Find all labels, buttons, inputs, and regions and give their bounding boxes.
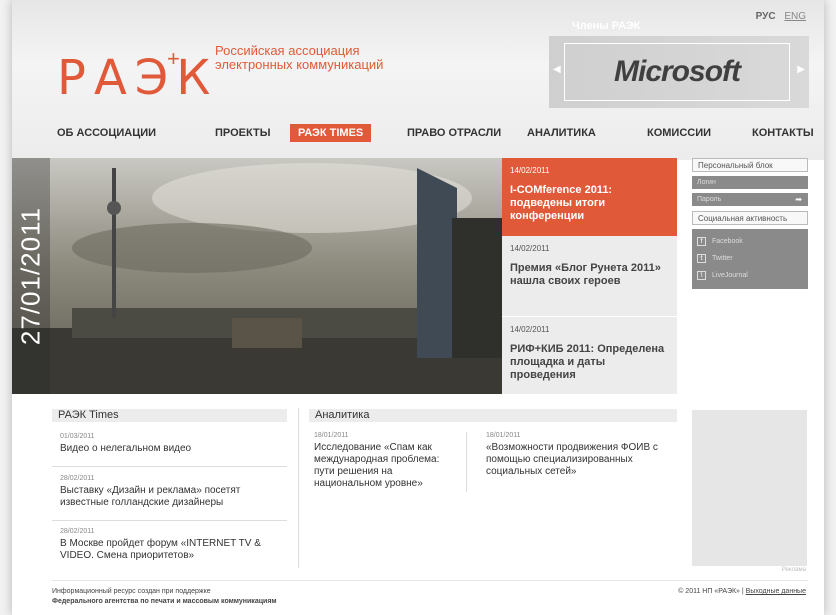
column-divider (298, 408, 299, 568)
language-switcher: РУС ENG (750, 11, 806, 22)
tagline: Российская ассоциация электронных коммун… (215, 44, 435, 72)
password-field[interactable]: Пароль ➡ (692, 193, 808, 206)
nav-law[interactable]: ПРАВО ОТРАСЛИ (399, 124, 509, 142)
logo-text: РАЭК (57, 50, 219, 106)
times-heading[interactable]: РАЭК Times (52, 409, 287, 422)
nav-raek-times[interactable]: РАЭК TIMES (290, 124, 372, 142)
social-label: Facebook (712, 238, 743, 245)
date-strip: 27/01/2011 (12, 158, 50, 394)
footer-divider (52, 580, 808, 581)
social-label: LiveJournal (712, 272, 748, 279)
copyright-text: © 2011 НП «РАЭК» | (678, 588, 744, 595)
item-date: 28/02/2011 (60, 475, 95, 482)
footer-copyright: © 2011 НП «РАЭК» | Выходные данные (678, 588, 806, 595)
social-label: Twitter (712, 255, 733, 262)
item-title: Исследование «Спам как международная про… (314, 442, 440, 489)
personal-block: Персональный блок Логин Пароль ➡ Социаль… (692, 158, 808, 289)
nav-projects[interactable]: ПРОЕКТЫ (207, 124, 278, 142)
item-title: «Возможности продвижения ФОИВ с помощью … (486, 442, 658, 477)
news-title: I-COMference 2011: подведены итоги конфе… (510, 184, 613, 222)
analytics-heading[interactable]: Аналитика (309, 409, 677, 422)
item-title: В Москве пройдет форум «INTERNET TV & VI… (60, 538, 261, 561)
tagline-line1: Российская ассоциация (215, 43, 360, 58)
carousel-next-icon[interactable]: ▶ (797, 64, 805, 75)
news-title: Премия «Блог Рунета 2011» нашла своих ге… (510, 262, 661, 287)
nav-analytics[interactable]: АНАЛИТИКА (519, 124, 604, 142)
livejournal-icon: \ (697, 271, 706, 280)
social-links: f Facebook t Twitter \ LiveJournal (692, 229, 808, 289)
item-date: 28/02/2011 (60, 528, 95, 535)
hero-news-item[interactable]: 14/02/2011 Премия «Блог Рунета 2011» наш… (502, 236, 677, 316)
city-skyline-illustration (12, 158, 502, 394)
news-date: 14/02/2011 (510, 166, 550, 175)
social-twitter[interactable]: t Twitter (697, 250, 803, 267)
list-item[interactable]: 18/01/2011 «Возможности продвижения ФОИВ… (486, 432, 676, 478)
password-label: Пароль (697, 196, 722, 203)
hero-news-item[interactable]: 14/02/2011 РИФ+КИБ 2011: Определена площ… (502, 316, 677, 394)
divider (52, 466, 287, 467)
hero: 27/01/2011 14/02/2011 I-COMference 2011:… (12, 158, 824, 394)
hero-news-item[interactable]: 14/02/2011 I-COMference 2011: подведены … (502, 158, 677, 236)
personal-block-title: Персональный блок (692, 158, 808, 172)
item-date: 18/01/2011 (486, 432, 521, 439)
facebook-icon: f (697, 237, 706, 246)
hero-news-list: 14/02/2011 I-COMference 2011: подведены … (502, 158, 677, 394)
lang-en[interactable]: ENG (784, 11, 806, 22)
lang-ru[interactable]: РУС (756, 11, 776, 22)
page: РАЭК + Российская ассоциация электронных… (12, 0, 824, 615)
members-title: Члены РАЭК (572, 20, 641, 32)
microsoft-logo: Microsoft (614, 55, 741, 88)
header: РАЭК + Российская ассоциация электронных… (12, 0, 824, 160)
footer-line2: Федерального агентства по печати и массо… (52, 598, 277, 605)
logo-plus: + (167, 46, 180, 71)
news-date: 14/02/2011 (510, 244, 550, 253)
item-date: 01/03/2011 (60, 433, 95, 440)
item-title: Видео о нелегальном видео (60, 443, 192, 454)
main-nav: ОБ АССОЦИАЦИИ ПРОЕКТЫ РАЭК TIMES ПРАВО О… (57, 124, 817, 144)
social-facebook[interactable]: f Facebook (697, 233, 803, 250)
ad-banner[interactable] (692, 410, 807, 566)
nav-about[interactable]: ОБ АССОЦИАЦИИ (49, 124, 164, 142)
item-date: 18/01/2011 (314, 432, 349, 439)
carousel-prev-icon[interactable]: ◀ (553, 64, 561, 75)
column-divider (466, 432, 467, 492)
tagline-line2: электронных коммуникаций (215, 57, 384, 72)
login-field[interactable]: Логин (692, 176, 808, 189)
submit-arrow-icon[interactable]: ➡ (795, 193, 802, 206)
ad-label: Реклама (781, 567, 806, 573)
news-title: РИФ+КИБ 2011: Определена площадка и даты… (510, 343, 665, 381)
list-item[interactable]: 28/02/2011 В Москве пройдет форум «INTER… (60, 528, 285, 562)
twitter-icon: t (697, 254, 706, 263)
list-item[interactable]: 18/01/2011 Исследование «Спам как междун… (314, 432, 454, 490)
list-item[interactable]: 01/03/2011 Видео о нелегальном видео (60, 433, 285, 455)
divider (52, 520, 287, 521)
imprint-link[interactable]: Выходные данные (746, 588, 806, 595)
news-date: 14/02/2011 (510, 325, 550, 334)
social-activity-title: Социальная активность (692, 211, 808, 225)
footer-line1: Информационный ресурс создан при поддерж… (52, 588, 211, 595)
raek-logo[interactable]: РАЭК + (57, 46, 222, 112)
footer-info: Информационный ресурс создан при поддерж… (52, 587, 277, 607)
nav-contacts[interactable]: КОНТАКТЫ (744, 124, 822, 142)
item-title: Выставку «Дизайн и реклама» посетят изве… (60, 485, 241, 508)
hero-photo[interactable]: 27/01/2011 (12, 158, 502, 394)
member-logo-frame[interactable]: Microsoft (564, 43, 790, 101)
list-item[interactable]: 28/02/2011 Выставку «Дизайн и реклама» п… (60, 475, 285, 509)
nav-commissions[interactable]: КОМИССИИ (639, 124, 719, 142)
members-carousel: ◀ Microsoft ▶ (549, 36, 809, 108)
social-livejournal[interactable]: \ LiveJournal (697, 267, 803, 284)
hero-date: 27/01/2011 (15, 206, 46, 346)
